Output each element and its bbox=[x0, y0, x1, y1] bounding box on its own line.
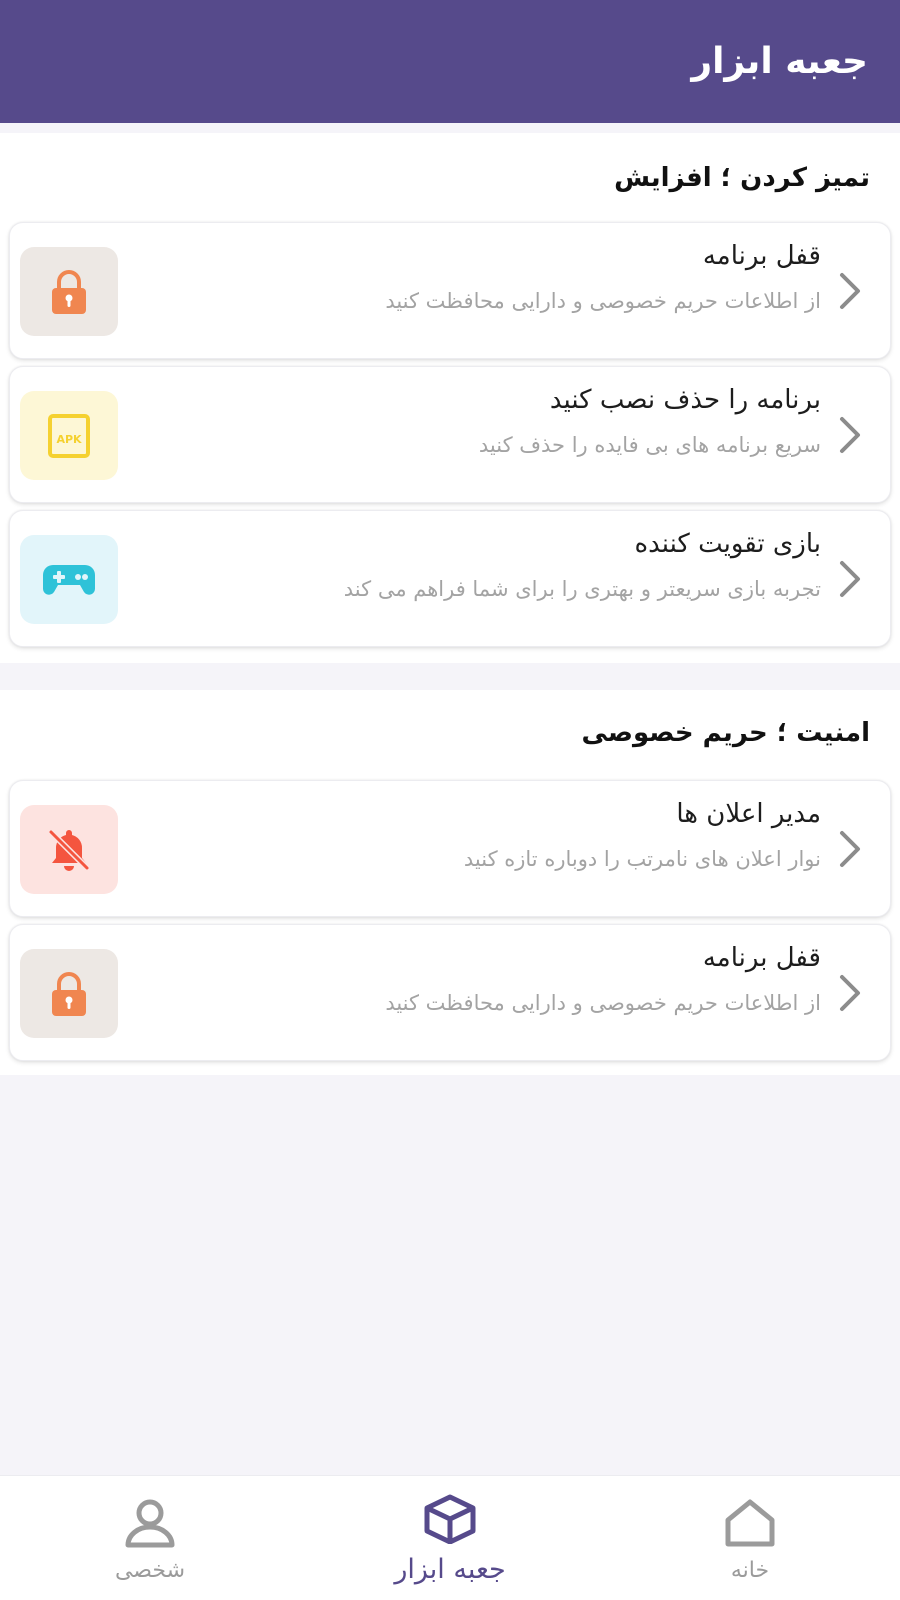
notification-manager-card[interactable]: مدیر اعلان ها نوار اعلان های نامرتب را د… bbox=[9, 780, 891, 917]
section-title: تمیز کردن ؛ افزایش bbox=[614, 163, 870, 193]
card-subtitle: نوار اعلان های نامرتب را دوباره تازه کنی… bbox=[463, 847, 821, 871]
card-subtitle: سریع برنامه های بی فایده را حذف کنید bbox=[478, 433, 821, 457]
nav-label: شخصی bbox=[114, 1558, 186, 1583]
gamepad-icon bbox=[20, 535, 118, 624]
app-lock-card[interactable]: قفل برنامه از اطلاعات حریم خصوصی و دارای… bbox=[9, 222, 891, 359]
bell-off-icon bbox=[20, 805, 118, 894]
card-title: برنامه را حذف نصب کنید bbox=[549, 385, 821, 415]
game-booster-card[interactable]: بازی تقویت کننده تجربه بازی سریعتر و بهت… bbox=[9, 510, 891, 647]
box-icon bbox=[424, 1494, 476, 1544]
chevron-right-icon bbox=[840, 975, 860, 1011]
section-clean-boost: تمیز کردن ؛ افزایش قفل برنامه از اطلاعات… bbox=[0, 133, 900, 663]
page-title: جعبه ابزار bbox=[691, 41, 868, 82]
app-header: جعبه ابزار bbox=[0, 0, 900, 123]
card-subtitle: تجربه بازی سریعتر و بهتری را برای شما فر… bbox=[343, 577, 821, 601]
apk-label: APK bbox=[56, 433, 82, 446]
person-icon bbox=[125, 1499, 175, 1548]
apk-icon: APK bbox=[20, 391, 118, 480]
nav-toolbox[interactable]: جعبه ابزار bbox=[350, 1476, 550, 1600]
card-subtitle: از اطلاعات حریم خصوصی و دارایی محافظت کن… bbox=[385, 991, 821, 1015]
nav-home[interactable]: خانه bbox=[650, 1476, 850, 1600]
section-security-privacy: امنیت ؛ حریم خصوصی مدیر اعلان ها نوار اع… bbox=[0, 690, 900, 1075]
chevron-right-icon bbox=[840, 831, 860, 867]
nav-personal[interactable]: شخصی bbox=[50, 1476, 250, 1600]
chevron-right-icon bbox=[840, 417, 860, 453]
toolbox-screen: جعبه ابزار تمیز کردن ؛ افزایش قفل برنامه… bbox=[0, 0, 900, 1600]
home-icon bbox=[725, 1499, 775, 1547]
card-title: قفل برنامه bbox=[702, 943, 821, 973]
lock-icon bbox=[20, 247, 118, 336]
chevron-right-icon bbox=[840, 273, 860, 309]
card-title: مدیر اعلان ها bbox=[676, 799, 821, 829]
app-lock-card[interactable]: قفل برنامه از اطلاعات حریم خصوصی و دارای… bbox=[9, 924, 891, 1061]
card-subtitle: از اطلاعات حریم خصوصی و دارایی محافظت کن… bbox=[385, 289, 821, 313]
nav-label: خانه bbox=[730, 1558, 770, 1583]
card-title: بازی تقویت کننده bbox=[634, 529, 821, 559]
bottom-navigation: خانه جعبه ابزار شخصی bbox=[0, 1475, 900, 1600]
card-title: قفل برنامه bbox=[702, 241, 821, 271]
section-title: امنیت ؛ حریم خصوصی bbox=[581, 718, 870, 748]
lock-icon bbox=[20, 949, 118, 1038]
nav-label: جعبه ابزار bbox=[394, 1554, 506, 1585]
uninstall-app-card[interactable]: برنامه را حذف نصب کنید سریع برنامه های ب… bbox=[9, 366, 891, 503]
chevron-right-icon bbox=[840, 561, 860, 597]
